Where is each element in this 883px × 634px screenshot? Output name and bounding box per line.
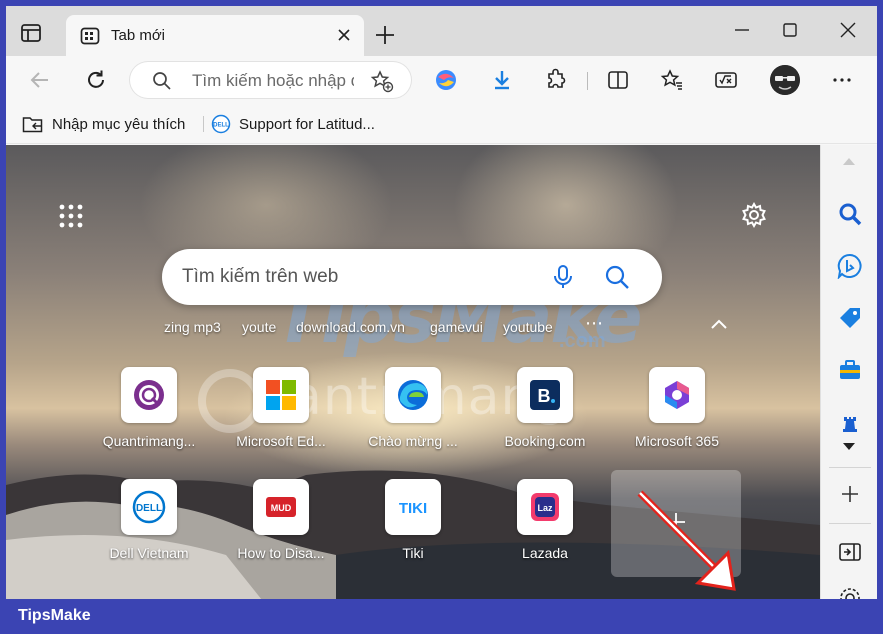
games-icon[interactable]: [837, 409, 863, 435]
dell-icon: DELL: [121, 479, 177, 535]
quick-link-tile[interactable]: Chào mừng ...: [358, 367, 468, 467]
math-solver-icon[interactable]: [714, 68, 738, 92]
lazada-icon: Laz: [517, 479, 573, 535]
sidebar-settings-icon[interactable]: [837, 585, 863, 599]
sidebar-separator: [829, 467, 871, 468]
tile-label: Chào mừng ...: [368, 433, 458, 449]
web-search-box[interactable]: Tìm kiếm trên web: [162, 249, 662, 305]
tools-icon[interactable]: [837, 357, 863, 383]
chevron-up-icon[interactable]: [710, 317, 728, 331]
tile-label: How to Disa...: [237, 545, 325, 561]
suggestions-more-button[interactable]: ⋯: [585, 313, 604, 334]
quick-link-tile[interactable]: Microsoft Ed...: [226, 367, 336, 467]
quick-link-tile[interactable]: Laz Lazada: [490, 479, 600, 579]
close-icon[interactable]: [336, 27, 352, 43]
search-placeholder: Tìm kiếm trên web: [182, 266, 339, 287]
folder-import-icon: [22, 117, 43, 133]
dell-icon: DELL: [211, 114, 231, 134]
annotation-arrow: [637, 490, 736, 591]
tile-label: Dell Vietnam: [109, 545, 189, 561]
sidebar-separator: [829, 523, 871, 524]
tile-label: Microsoft Ed...: [236, 433, 326, 449]
suggestion-link[interactable]: youtube: [503, 319, 553, 335]
tiki-icon: TIKI: [385, 479, 441, 535]
mud-icon: MUD: [253, 479, 309, 535]
new-tab-icon: [80, 27, 100, 45]
favorites-icon[interactable]: [660, 68, 684, 92]
tile-label: Booking.com: [504, 433, 586, 449]
tile-label: Quantrimang...: [102, 433, 196, 449]
microsoft-icon: [253, 367, 309, 423]
quick-link-tile[interactable]: B Booking.com: [490, 367, 600, 467]
scroll-up-icon[interactable]: [841, 155, 857, 167]
search-icon[interactable]: [604, 264, 630, 290]
tile-label: Lazada: [522, 545, 568, 561]
quantrimang-icon: [121, 367, 177, 423]
svg-text:MUD: MUD: [271, 503, 292, 513]
favorites-bar-label: Support for Latitud...: [239, 115, 375, 133]
suggestion-link[interactable]: download.com.vn: [296, 319, 405, 335]
tab-strip: Tab mới: [6, 6, 877, 57]
svg-text:TIKI: TIKI: [399, 500, 427, 517]
back-icon[interactable]: [28, 68, 52, 92]
favorites-bar-item-dell[interactable]: DELL Support for Latitud...: [211, 113, 375, 135]
suggestion-link[interactable]: gamevui: [430, 319, 483, 335]
more-options-icon[interactable]: [830, 68, 854, 92]
brand-bar: TipsMake: [0, 599, 883, 634]
browser-window: Tab mới Tìm kiếm hoặc nhập Nhập mục yêu …: [6, 6, 877, 599]
quick-link-tile[interactable]: MUD How to Disa...: [226, 479, 336, 579]
favorites-bar: Nhập mục yêu thích DELL Support for Lati…: [6, 104, 877, 144]
svg-text:Laz: Laz: [537, 503, 553, 513]
quick-link-tile[interactable]: TIKI Tiki: [358, 479, 468, 579]
copilot-icon[interactable]: [434, 68, 458, 92]
split-screen-icon[interactable]: [606, 68, 630, 92]
download-icon[interactable]: [490, 68, 514, 92]
tab-title: Tab mới: [111, 27, 166, 44]
search-icon[interactable]: [837, 201, 863, 227]
scroll-down-icon[interactable]: [841, 441, 857, 453]
add-favorite-icon[interactable]: [370, 69, 394, 93]
hide-sidebar-icon[interactable]: [837, 539, 863, 565]
tab-actions-icon[interactable]: [20, 22, 42, 44]
minimize-icon[interactable]: [732, 20, 752, 40]
edge-icon: [385, 367, 441, 423]
apps-grid-icon[interactable]: [58, 203, 84, 229]
gear-icon[interactable]: [740, 201, 768, 229]
edge-sidebar: [820, 145, 877, 599]
suggestion-link[interactable]: zing mp3: [164, 319, 221, 335]
new-tab-page: TipsMake .com uantrimang Tìm kiếm trên w…: [6, 145, 820, 599]
address-placeholder: Tìm kiếm hoặc nhập địa chỉ web: [192, 71, 354, 90]
extensions-icon[interactable]: [544, 68, 568, 92]
shopping-tag-icon[interactable]: [837, 305, 863, 331]
svg-text:B: B: [538, 386, 551, 406]
bing-chat-icon[interactable]: [837, 253, 863, 279]
plus-icon[interactable]: [374, 24, 396, 46]
tile-label: Tiki: [402, 545, 424, 561]
avatar[interactable]: [770, 65, 800, 95]
quick-link-tile[interactable]: Microsoft 365: [622, 367, 732, 467]
favorites-bar-item-import[interactable]: Nhập mục yêu thích: [22, 113, 185, 135]
address-bar[interactable]: Tìm kiếm hoặc nhập địa chỉ web: [130, 62, 411, 98]
search-icon: [153, 72, 171, 90]
suggestion-link[interactable]: youte: [242, 319, 276, 335]
favorites-bar-label: Nhập mục yêu thích: [52, 115, 186, 133]
brand-logo: TipsMake: [18, 607, 91, 624]
toolbar-separator: [587, 72, 588, 90]
quick-link-tile[interactable]: DELL Dell Vietnam: [94, 479, 204, 579]
maximize-icon[interactable]: [780, 20, 800, 40]
booking-icon: B: [517, 367, 573, 423]
microphone-icon[interactable]: [552, 264, 574, 290]
tab-new[interactable]: Tab mới: [66, 15, 364, 57]
toolbar: Tìm kiếm hoặc nhập địa chỉ web: [6, 56, 877, 104]
plus-icon[interactable]: [837, 481, 863, 507]
quick-link-tile[interactable]: Quantrimang...: [94, 367, 204, 467]
svg-text:DELL: DELL: [213, 123, 229, 129]
microsoft365-icon: [649, 367, 705, 423]
tile-label: Microsoft 365: [634, 433, 720, 449]
window-close-icon[interactable]: [838, 20, 858, 40]
refresh-icon[interactable]: [84, 68, 108, 92]
svg-text:DELL: DELL: [136, 503, 162, 514]
favorites-separator: [203, 116, 204, 132]
